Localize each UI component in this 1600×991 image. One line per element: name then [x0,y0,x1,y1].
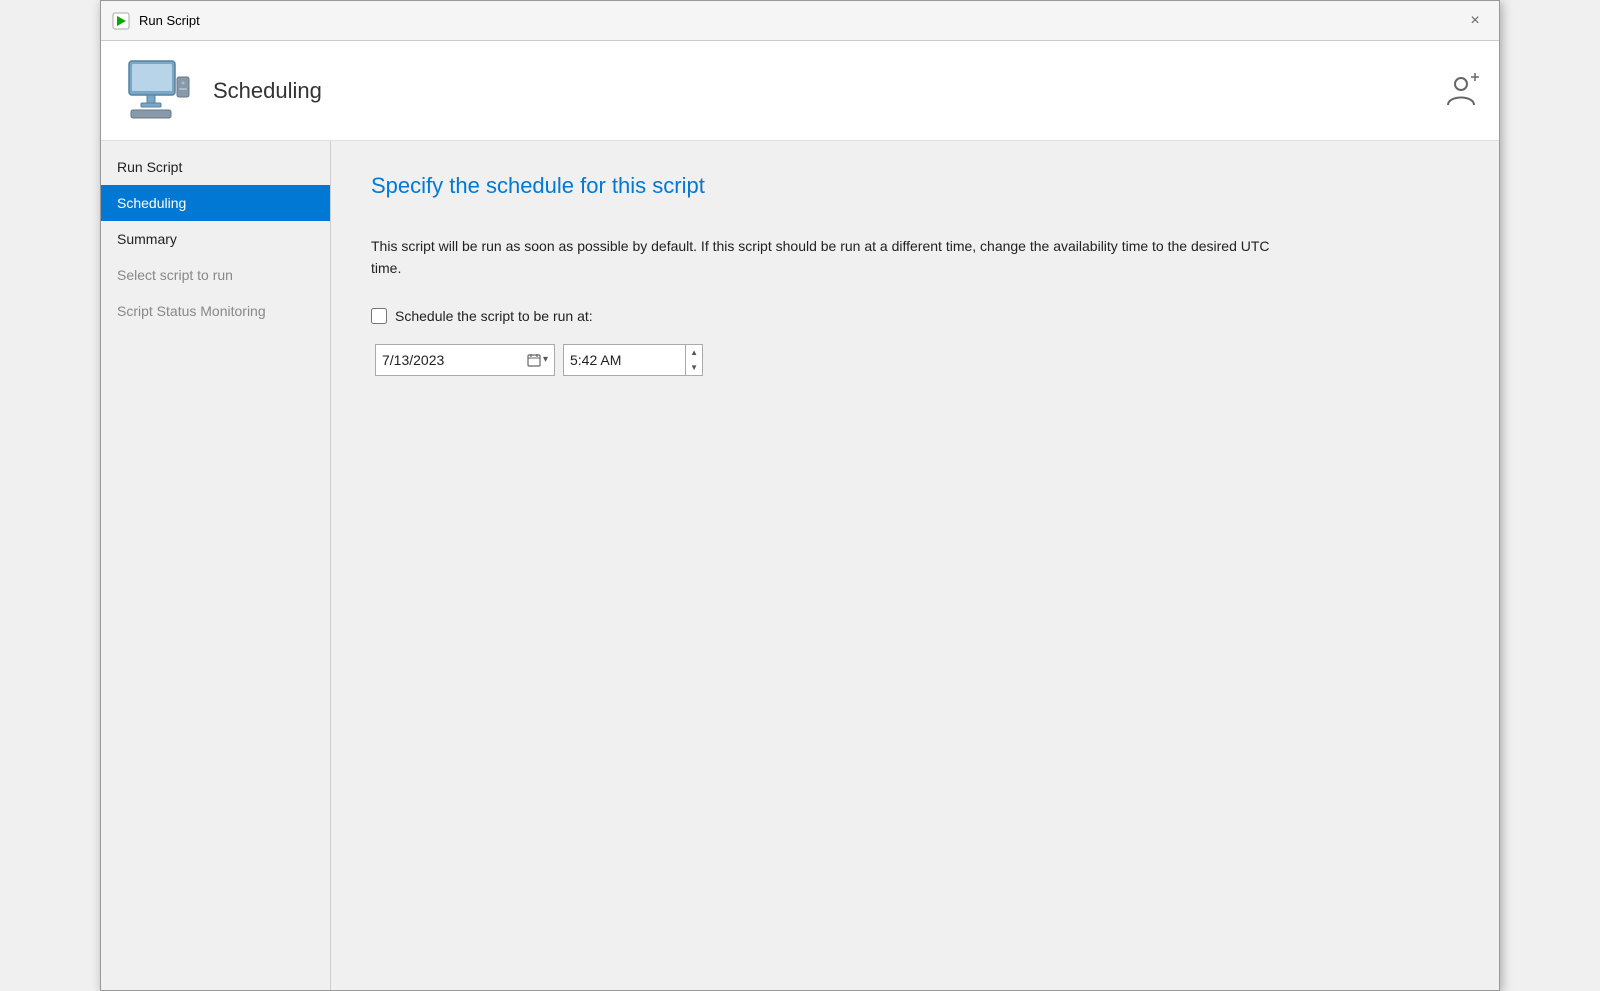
sidebar-item-script-status: Script Status Monitoring [101,293,330,329]
header-left: Scheduling [121,55,322,127]
main-area: Run Script Scheduling Summary Select scr… [101,141,1499,990]
time-spinner: ▲ ▼ [685,345,702,375]
time-input-wrapper: ▲ ▼ [563,344,703,376]
time-increment-button[interactable]: ▲ [686,345,702,360]
dropdown-arrow-icon: ▾ [543,354,548,365]
checkbox-container: Schedule the script to be run at: [371,308,593,324]
header-title: Scheduling [213,78,322,104]
sidebar-item-run-script[interactable]: Run Script [101,149,330,185]
content-panel: Specify the schedule for this script Thi… [331,141,1499,990]
sidebar-item-summary[interactable]: Summary [101,221,330,257]
datetime-row: ▾ ▲ ▼ [375,344,1459,376]
schedule-row: Schedule the script to be run at: [371,308,1459,324]
description-text: This script will be run as soon as possi… [371,235,1271,280]
titlebar-left: Run Script [111,11,200,31]
date-input[interactable] [382,352,527,368]
titlebar: Run Script × [101,1,1499,41]
content-heading: Specify the schedule for this script [371,173,1459,199]
calendar-picker-button[interactable]: ▾ [527,353,548,367]
run-script-app-icon [111,11,131,31]
sidebar: Run Script Scheduling Summary Select scr… [101,141,331,990]
close-button[interactable]: × [1461,7,1489,35]
titlebar-title: Run Script [139,13,200,28]
sidebar-item-scheduling[interactable]: Scheduling [101,185,330,221]
time-decrement-button[interactable]: ▼ [686,360,702,375]
sidebar-item-select-script: Select script to run [101,257,330,293]
schedule-checkbox-label[interactable]: Schedule the script to be run at: [395,308,593,324]
person-icon [1443,73,1479,109]
computer-icon [121,55,193,127]
date-input-wrapper: ▾ [375,344,555,376]
header-section: Scheduling [101,41,1499,141]
main-window: Run Script × Scheduling [100,0,1500,991]
time-input[interactable] [564,348,685,372]
schedule-checkbox[interactable] [371,308,387,324]
